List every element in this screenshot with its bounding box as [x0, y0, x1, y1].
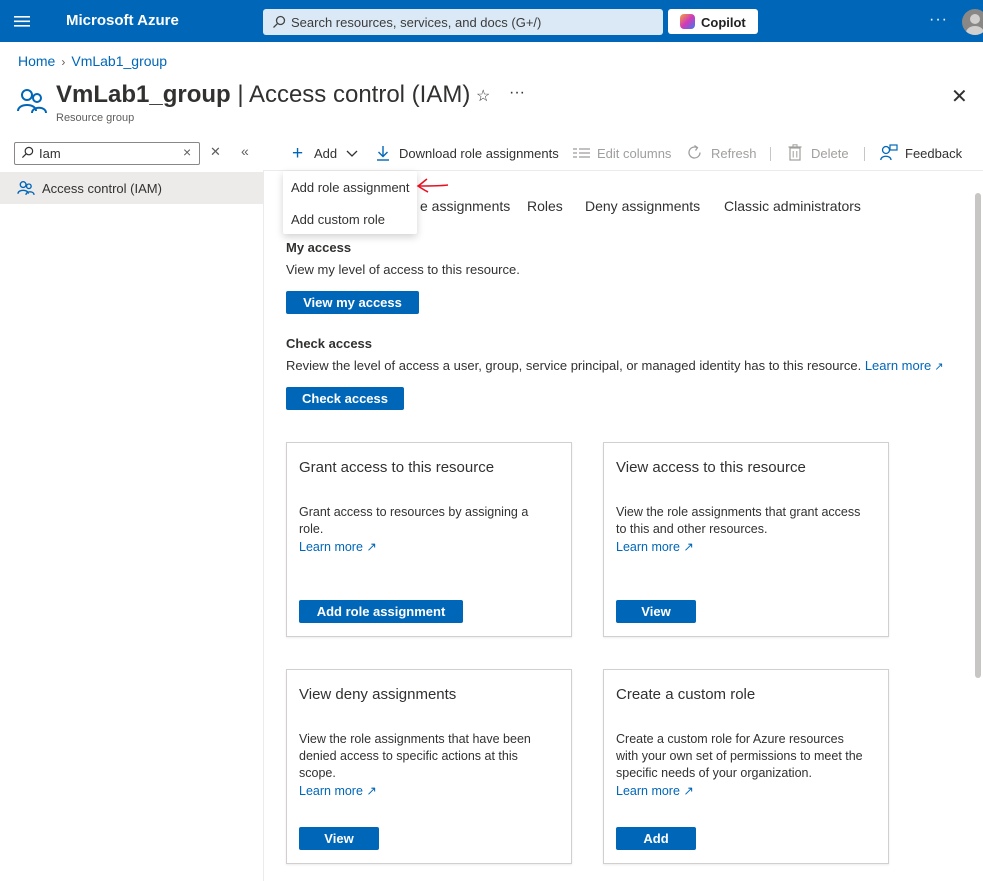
command-bar: + Add Download role assignments Edit col… — [283, 142, 983, 164]
add-button[interactable]: Add — [314, 146, 337, 161]
card-title: View deny assignments — [299, 686, 457, 703]
card-desc: View the role assignments that have been… — [299, 732, 531, 780]
learn-more-text: Learn more — [616, 540, 680, 554]
learn-more-text: Learn more — [616, 784, 680, 798]
refresh-icon — [688, 144, 701, 159]
card-view-access: View access to this resource View the ro… — [603, 442, 889, 637]
page-title-separator: | — [237, 81, 244, 108]
card-grant-access: Grant access to this resource Grant acce… — [286, 442, 572, 637]
external-link-icon: ↗ — [683, 784, 694, 798]
card-desc: Grant access to resources by assigning a… — [299, 505, 529, 536]
iam-people-icon — [17, 89, 47, 114]
external-link-icon: ↗ — [683, 540, 694, 554]
check-access-desc-row: Review the level of access a user, group… — [286, 358, 944, 373]
view-access-button[interactable]: View — [616, 600, 696, 623]
delete-button[interactable]: Delete — [811, 146, 849, 161]
card-title: View access to this resource — [616, 459, 806, 476]
page-title-resource: VmLab1_group — [56, 81, 231, 108]
clear-filter-icon[interactable]: ✕ — [210, 144, 221, 160]
page-title: VmLab1_group | Access control (IAM) — [56, 81, 470, 109]
learn-more-text: Learn more — [299, 540, 363, 554]
learn-more-text: Learn more — [299, 784, 363, 798]
red-arrow-annotation — [416, 178, 449, 193]
sidebar-item-access-control[interactable]: Access control (IAM) — [0, 172, 263, 204]
card-desc: Create a custom role for Azure resources… — [616, 732, 863, 780]
close-icon[interactable]: ✕ — [951, 84, 968, 109]
external-link-icon: ↗ — [366, 540, 377, 554]
feedback-icon — [880, 144, 898, 161]
sidebar-item-label: Access control (IAM) — [42, 181, 162, 196]
external-link-icon: ↗ — [931, 361, 944, 373]
search-icon — [21, 146, 34, 159]
user-icon — [966, 14, 983, 35]
copilot-icon — [680, 14, 695, 29]
more-icon[interactable]: ··· — [929, 11, 948, 29]
menu-item-add-role-assignment[interactable]: Add role assignment — [291, 180, 410, 195]
tab-roles[interactable]: Roles — [527, 198, 563, 214]
my-access-desc: View my level of access to this resource… — [286, 262, 520, 277]
card-learn-more-link[interactable]: Learn more ↗ — [299, 783, 377, 798]
card-view-deny-assignments: View deny assignments View the role assi… — [286, 669, 572, 864]
tab-deny-assignments[interactable]: Deny assignments — [585, 198, 700, 214]
add-role-assignment-button[interactable]: Add role assignment — [299, 600, 463, 623]
copilot-label: Copilot — [701, 15, 746, 30]
sidebar-search-input[interactable]: Iam × — [14, 142, 200, 165]
more-options-icon[interactable]: ··· — [509, 84, 525, 102]
tab-role-assignments[interactable]: e assignments — [420, 198, 510, 214]
view-deny-button[interactable]: View — [299, 827, 379, 850]
card-title: Grant access to this resource — [299, 459, 495, 476]
card-learn-more-link[interactable]: Learn more ↗ — [616, 783, 694, 798]
breadcrumb: Home › VmLab1_group — [18, 53, 167, 69]
menu-item-add-custom-role[interactable]: Add custom role — [291, 212, 385, 227]
breadcrumb-home[interactable]: Home — [18, 53, 55, 69]
add-dropdown-menu: Add role assignment Add custom role — [283, 171, 417, 234]
search-placeholder: Search resources, services, and docs (G+… — [291, 15, 542, 30]
toolbar-divider — [864, 147, 865, 161]
menu-icon[interactable] — [14, 13, 30, 29]
check-access-title: Check access — [286, 336, 373, 351]
breadcrumb-resource-group[interactable]: VmLab1_group — [71, 53, 167, 69]
global-search[interactable]: Search resources, services, and docs (G+… — [263, 9, 663, 35]
external-link-icon: ↗ — [366, 784, 377, 798]
top-bar: Microsoft Azure Search resources, servic… — [0, 0, 983, 42]
view-my-access-button[interactable]: View my access — [286, 291, 419, 314]
plus-icon: + — [292, 143, 304, 164]
card-learn-more-link[interactable]: Learn more ↗ — [616, 539, 694, 554]
check-access-button[interactable]: Check access — [286, 387, 404, 410]
page-subtitle: Resource group — [56, 112, 135, 124]
tab-classic-administrators[interactable]: Classic administrators — [724, 198, 861, 214]
download-icon — [377, 146, 389, 161]
feedback-button[interactable]: Feedback — [905, 146, 962, 161]
check-access-learn-more-link[interactable]: Learn more — [865, 358, 931, 373]
edit-columns-icon — [573, 148, 590, 158]
trash-icon — [788, 144, 802, 161]
card-desc: View the role assignments that grant acc… — [616, 505, 861, 536]
page-title-section: Access control (IAM) — [248, 81, 471, 108]
check-access-desc: Review the level of access a user, group… — [286, 358, 862, 373]
edit-columns-button[interactable]: Edit columns — [597, 146, 671, 161]
brand-title[interactable]: Microsoft Azure — [66, 12, 179, 29]
star-icon[interactable]: ☆ — [476, 86, 490, 106]
vertical-scrollbar[interactable] — [975, 193, 981, 678]
refresh-button[interactable]: Refresh — [711, 146, 757, 161]
chevron-down-icon[interactable] — [346, 150, 358, 158]
chevron-right-icon: › — [61, 55, 66, 69]
download-role-assignments-button[interactable]: Download role assignments — [399, 146, 559, 161]
card-learn-more-link[interactable]: Learn more ↗ — [299, 539, 377, 554]
toolbar-divider — [770, 147, 771, 161]
add-custom-role-button[interactable]: Add — [616, 827, 696, 850]
card-title: Create a custom role — [616, 686, 756, 703]
card-create-custom-role: Create a custom role Create a custom rol… — [603, 669, 889, 864]
clear-search-icon[interactable]: × — [183, 144, 191, 160]
my-access-title: My access — [286, 240, 352, 255]
iam-people-icon — [17, 181, 35, 196]
copilot-button[interactable]: Copilot — [668, 9, 758, 34]
search-icon — [273, 15, 286, 28]
avatar[interactable] — [962, 9, 983, 35]
sidebar-search-value: Iam — [39, 146, 61, 161]
collapse-sidebar-icon[interactable]: « — [241, 143, 249, 159]
